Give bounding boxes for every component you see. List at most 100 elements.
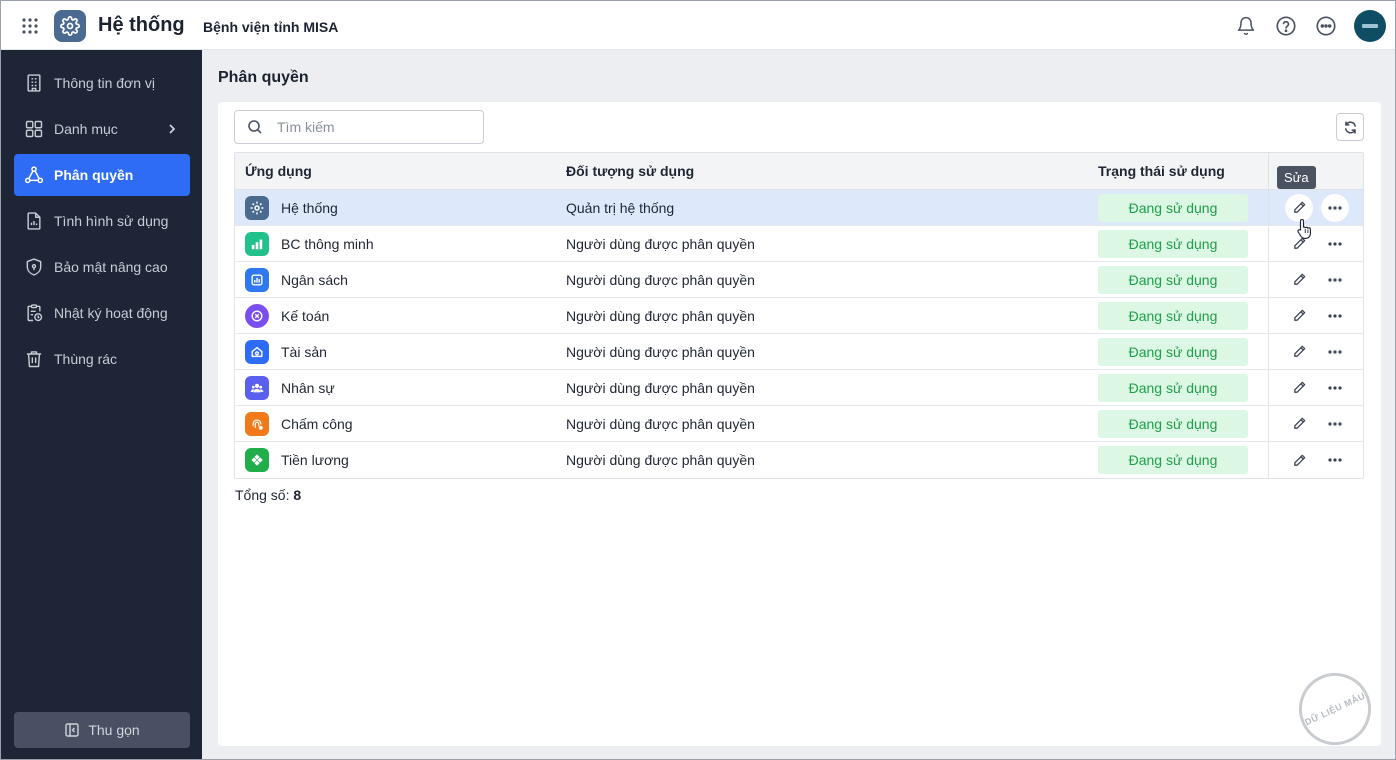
sidebar-item-categories[interactable]: Danh mục — [14, 108, 190, 150]
app-name: BC thông minh — [281, 235, 374, 252]
table-row[interactable]: Ngân sách Người dùng được phân quyền Đan… — [235, 262, 1363, 298]
edit-button[interactable] — [1285, 374, 1313, 402]
object-text: Người dùng được phân quyền — [566, 415, 755, 432]
object-text: Người dùng được phân quyền — [566, 271, 755, 288]
sidebar-item-usage[interactable]: Tình hình sử dụng — [14, 200, 190, 242]
collapse-sidebar-button[interactable]: Thu gọn — [14, 712, 190, 748]
more-actions-button[interactable] — [1321, 338, 1349, 366]
permissions-card: Ứng dụng Đối tượng sử dụng Trạng thái sử… — [218, 102, 1381, 746]
more-actions-button[interactable] — [1321, 230, 1349, 258]
table-row[interactable]: Kế toán Người dùng được phân quyền Đang … — [235, 298, 1363, 334]
more-options-icon[interactable] — [1314, 14, 1338, 38]
help-icon[interactable] — [1274, 14, 1298, 38]
collapse-panel-icon — [64, 722, 80, 738]
system-gear-icon — [245, 195, 269, 220]
sidebar-item-advanced-security[interactable]: Bảo mật nâng cao — [14, 246, 190, 288]
building-icon — [23, 72, 45, 94]
table-header: Ứng dụng Đối tượng sử dụng Trạng thái sử… — [235, 153, 1363, 190]
permission-nodes-icon — [23, 164, 45, 186]
sidebar-item-label: Thùng rác — [54, 351, 118, 367]
app-name: Kế toán — [281, 307, 330, 324]
accounting-icon — [245, 303, 269, 328]
status-badge: Đang sử dụng — [1098, 373, 1248, 402]
edit-button[interactable] — [1285, 302, 1313, 330]
fingerprint-icon — [245, 411, 269, 436]
pencil-icon — [1293, 309, 1305, 321]
more-actions-button[interactable] — [1321, 266, 1349, 294]
edit-button[interactable] — [1285, 410, 1313, 438]
status-badge: Đang sử dụng — [1098, 229, 1248, 258]
sidebar-item-label: Nhật ký hoạt động — [54, 305, 168, 321]
edit-button[interactable] — [1285, 266, 1313, 294]
total-count: Tổng số: 8 — [235, 487, 301, 503]
app-title: Hệ thống — [98, 14, 185, 36]
search-icon — [247, 119, 263, 135]
grid-icon — [23, 118, 45, 140]
more-horizontal-icon — [1328, 205, 1342, 210]
object-text: Quản trị hệ thống — [566, 199, 675, 216]
app-name: Hệ thống — [281, 199, 338, 216]
sidebar-item-label: Danh mục — [54, 121, 118, 137]
app-name: Chấm công — [281, 415, 353, 432]
organization-name[interactable]: Bệnh viện tỉnh MISA — [203, 19, 338, 35]
edit-button[interactable] — [1285, 338, 1313, 366]
shield-icon — [23, 256, 45, 278]
refresh-button[interactable] — [1336, 113, 1364, 141]
chevron-right-icon — [166, 122, 178, 138]
app-window: Hệ thống Bệnh viện tỉnh MISA Thông tin đ… — [0, 0, 1396, 760]
avatar[interactable] — [1354, 10, 1386, 42]
object-text: Người dùng được phân quyền — [566, 452, 755, 468]
collapse-label: Thu gọn — [88, 722, 140, 738]
table-row[interactable]: Chấm công Người dùng được phân quyền Đan… — [235, 406, 1363, 442]
more-horizontal-icon — [1328, 313, 1342, 318]
more-actions-button[interactable] — [1321, 374, 1349, 402]
table-row[interactable]: Nhân sự Người dùng được phân quyền Đang … — [235, 370, 1363, 406]
app-name: Tiền lương — [281, 452, 349, 468]
page-title: Phân quyền — [218, 69, 309, 86]
pencil-icon — [1293, 454, 1305, 466]
column-header-object: Đối tượng sử dụng — [566, 163, 695, 179]
table-row[interactable]: Hệ thống Quản trị hệ thống Đang sử dụng — [235, 190, 1363, 226]
stamp-text: DỮ LIỆU MẪU — [1303, 690, 1367, 728]
search-input[interactable] — [277, 119, 467, 135]
sidebar-item-unit-info[interactable]: Thông tin đơn vị — [14, 62, 190, 104]
pencil-icon — [1293, 201, 1305, 213]
more-actions-button[interactable] — [1321, 446, 1349, 474]
more-actions-button[interactable] — [1321, 410, 1349, 438]
column-header-status: Trạng thái sử dụng — [1098, 163, 1225, 179]
main-content: Phân quyền Ứng dụng Đối tượng sử dụng Tr… — [202, 50, 1395, 759]
more-horizontal-icon — [1328, 349, 1342, 354]
more-actions-button[interactable] — [1321, 193, 1349, 222]
object-text: Người dùng được phân quyền — [566, 379, 755, 396]
gear-icon — [54, 10, 86, 42]
sidebar: Thông tin đơn vị Danh mục Phân quyền Tìn… — [1, 50, 202, 759]
app-launcher-icon[interactable] — [18, 14, 42, 38]
edit-tooltip: Sửa — [1277, 166, 1316, 189]
pencil-icon — [1293, 273, 1305, 285]
sidebar-item-permissions[interactable]: Phân quyền — [14, 154, 190, 196]
search-box — [234, 110, 484, 144]
sidebar-item-label: Thông tin đơn vị — [54, 75, 156, 91]
table-row[interactable]: BC thông minh Người dùng được phân quyền… — [235, 226, 1363, 262]
status-badge: Đang sử dụng — [1098, 409, 1248, 438]
bell-icon[interactable] — [1234, 14, 1258, 38]
more-actions-button[interactable] — [1321, 302, 1349, 330]
edit-button[interactable] — [1285, 446, 1313, 474]
more-horizontal-icon — [1328, 277, 1342, 282]
app-name: Tài sản — [281, 343, 327, 360]
apps-table: Ứng dụng Đối tượng sử dụng Trạng thái sử… — [234, 152, 1364, 479]
app-name: Ngân sách — [281, 271, 348, 288]
object-text: Người dùng được phân quyền — [566, 235, 755, 252]
table-row[interactable]: Tài sản Người dùng được phân quyền Đang … — [235, 334, 1363, 370]
app-name: Nhân sự — [281, 379, 335, 396]
status-badge: Đang sử dụng — [1098, 446, 1248, 474]
status-badge: Đang sử dụng — [1098, 301, 1248, 330]
status-badge: Đang sử dụng — [1098, 265, 1248, 294]
object-text: Người dùng được phân quyền — [566, 343, 755, 360]
sidebar-item-activity-log[interactable]: Nhật ký hoạt động — [14, 292, 190, 334]
sidebar-item-label: Phân quyền — [54, 167, 134, 183]
table-row[interactable]: Tiền lương Người dùng được phân quyền Đa… — [235, 442, 1363, 478]
budget-chart-icon — [245, 267, 269, 292]
sidebar-item-trash[interactable]: Thùng rác — [14, 338, 190, 380]
sidebar-item-label: Tình hình sử dụng — [54, 213, 169, 229]
